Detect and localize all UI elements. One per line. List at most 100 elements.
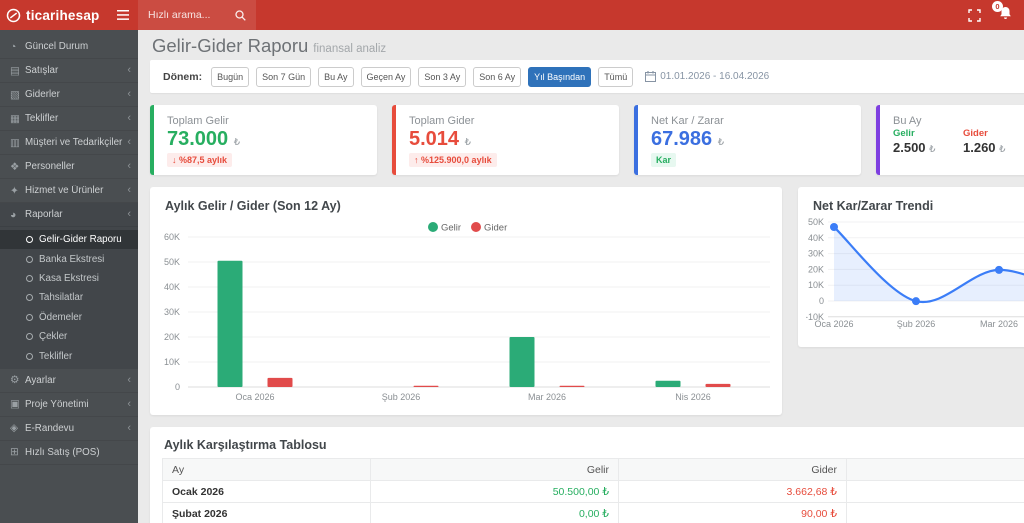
page-title: Gelir-Gider Raporu bbox=[152, 35, 309, 56]
filter-button-son-6-ay[interactable]: Son 6 Ay bbox=[473, 66, 522, 87]
svg-text:Gider: Gider bbox=[484, 223, 507, 234]
chevron-left-icon: ‹ bbox=[127, 136, 131, 148]
stat-card-toplam-gider: Toplam Gider 5.014 ₺ ↑ %125.900,0 aylık bbox=[392, 105, 619, 175]
sidebar-item-raporlar[interactable]: ◕ Raporlar ‹ bbox=[0, 203, 138, 227]
svg-text:Gelir: Gelir bbox=[441, 223, 461, 234]
sidebar-item-giderler[interactable]: ▧ Giderler ‹ bbox=[0, 83, 138, 107]
svg-text:Şub 2026: Şub 2026 bbox=[897, 319, 936, 329]
bu-ay-gelir: Gelir 2.500 ₺ bbox=[893, 128, 936, 155]
svg-text:10K: 10K bbox=[164, 357, 180, 367]
comparison-table-card: Aylık Karşılaştırma Tablosu Ay Gelir Gid… bbox=[150, 427, 1024, 523]
circle-icon bbox=[26, 294, 33, 302]
chevron-left-icon: ‹ bbox=[127, 397, 131, 410]
search-input[interactable]: Hızlı arama... bbox=[138, 0, 256, 30]
fullscreen-icon[interactable] bbox=[968, 8, 981, 22]
svg-text:50K: 50K bbox=[164, 257, 180, 267]
chevron-left-icon: ‹ bbox=[127, 421, 131, 434]
toplam-gider-badge: ↑ %125.900,0 aylık bbox=[409, 153, 497, 167]
sidebar-item-personeller[interactable]: ❖ Personeller ‹ bbox=[0, 155, 138, 179]
chevron-left-icon: ‹ bbox=[127, 160, 131, 172]
svg-text:20K: 20K bbox=[808, 264, 824, 274]
chevron-left-icon: ‹ bbox=[127, 88, 131, 100]
sidebar-subitem-odemeler[interactable]: Ödemeler bbox=[0, 308, 138, 327]
table-header-row: Ay Gelir Gider bbox=[162, 458, 1024, 481]
top-bar: ticarihesap Hızlı arama... 0 bbox=[0, 0, 1024, 30]
stat-card-bu-ay: Bu Ay Gelir 2.500 ₺ Gider 1.260 ₺ bbox=[876, 105, 1024, 175]
svg-text:0: 0 bbox=[175, 382, 180, 392]
search-icon[interactable] bbox=[235, 9, 246, 21]
raporlar-submenu: Gelir-Gider Raporu Banka Ekstresi Kasa E… bbox=[0, 227, 138, 369]
sidebar-item-hizmet-urunler[interactable]: ✦ Hizmet ve Ürünler ‹ bbox=[0, 179, 138, 203]
svg-text:60K: 60K bbox=[164, 232, 180, 242]
date-range[interactable]: 01.01.2026 - 16.04.2026 bbox=[645, 71, 769, 82]
period-label: Dönem: bbox=[163, 70, 203, 83]
sidebar-subitem-teklifler[interactable]: Teklifler bbox=[0, 346, 138, 365]
main-content: Gelir-Gider Raporu finansal analiz Dönem:… bbox=[138, 30, 1024, 523]
sidebar-item-hizli-satis-pos[interactable]: ⊞ Hızlı Satış (POS) bbox=[0, 441, 138, 465]
page-subtitle: finansal analiz bbox=[313, 43, 387, 55]
filter-button-son-3-ay[interactable]: Son 3 Ay bbox=[418, 66, 467, 87]
filter-button-yil-basindan[interactable]: Yıl Başından bbox=[528, 66, 592, 87]
col-gelir: Gelir bbox=[370, 458, 619, 481]
projects-icon: ▣ bbox=[10, 398, 20, 411]
brand-name: ticarihesap bbox=[26, 7, 100, 23]
filter-button-bugun[interactable]: Bugün bbox=[211, 66, 250, 87]
table-title: Aylık Karşılaştırma Tablosu bbox=[164, 438, 327, 452]
bu-ay-gider: Gider 1.260 ₺ bbox=[963, 128, 1006, 155]
circle-icon bbox=[26, 352, 33, 360]
sidebar-item-teklifler[interactable]: ▦ Teklifler ‹ bbox=[0, 107, 138, 131]
search-placeholder: Hızlı arama... bbox=[148, 9, 211, 21]
svg-text:30K: 30K bbox=[164, 307, 180, 317]
svg-text:Mar 2026: Mar 2026 bbox=[528, 392, 566, 402]
circle-icon bbox=[26, 255, 33, 263]
chevron-left-icon: ‹ bbox=[127, 64, 131, 76]
calendar-icon bbox=[645, 71, 657, 82]
circle-icon bbox=[26, 333, 33, 341]
chevron-left-icon: ‹ bbox=[127, 208, 131, 220]
filter-button-son-7-gun[interactable]: Son 7 Gün bbox=[256, 66, 312, 87]
svg-text:30K: 30K bbox=[808, 249, 824, 259]
sidebar-subitem-kasa-ekstresi[interactable]: Kasa Ekstresi bbox=[0, 269, 138, 288]
pos-icon: ⊞ bbox=[10, 446, 19, 459]
filter-button-tumu[interactable]: Tümü bbox=[598, 66, 634, 87]
brand-logo-icon bbox=[6, 8, 21, 22]
sidebar-item-e-randevu[interactable]: ◈ E-Randevu ‹ bbox=[0, 417, 138, 441]
menu-toggle-icon[interactable] bbox=[117, 10, 129, 20]
stat-card-toplam-gelir: Toplam Gelir 73.000 ₺ ↓ %87,5 aylık bbox=[150, 105, 377, 175]
sidebar-subitem-tahsilatlar[interactable]: Tahsilatlar bbox=[0, 288, 138, 307]
stat-card-net-kar-zarar: Net Kar / Zarar 67.986 ₺ Kar bbox=[634, 105, 861, 175]
comparison-table: Ay Gelir Gider Ocak 2026 50.500,00 ₺ 3.6… bbox=[162, 458, 1024, 523]
circle-icon bbox=[26, 236, 33, 244]
kar-badge: Kar bbox=[651, 153, 677, 167]
chevron-left-icon: ‹ bbox=[127, 373, 131, 386]
toplam-gider-value: 5.014 ₺ bbox=[409, 128, 471, 150]
toplam-gelir-badge: ↓ %87,5 aylık bbox=[167, 153, 233, 167]
sidebar-item-guncel-durum[interactable]: ◔ Güncel Durum bbox=[0, 35, 138, 59]
svg-text:Oca 2026: Oca 2026 bbox=[814, 319, 853, 329]
circle-icon bbox=[26, 313, 33, 321]
bar-chart-card: Aylık Gelir / Gider (Son 12 Ay) Gelir Gid… bbox=[150, 187, 782, 415]
expenses-icon: ▧ bbox=[10, 88, 20, 101]
svg-text:20K: 20K bbox=[164, 332, 180, 342]
line-chart-card: Net Kar/Zarar Trendi -10K 0 10K 20K 30K 40K 50… bbox=[798, 187, 1024, 347]
sidebar-item-musteri-tedarikciler[interactable]: ▥ Müşteri ve Tedarikçiler ‹ bbox=[0, 131, 138, 155]
sidebar-subitem-banka-ekstresi[interactable]: Banka Ekstresi bbox=[0, 249, 138, 268]
products-icon: ✦ bbox=[10, 184, 19, 197]
notifications-button[interactable]: 0 bbox=[992, 0, 1012, 25]
sidebar-subitem-gelir-gider-raporu[interactable]: Gelir-Gider Raporu bbox=[0, 230, 138, 250]
sidebar-item-proje-yonetimi[interactable]: ▣ Proje Yönetimi ‹ bbox=[0, 393, 138, 417]
svg-text:Mar 2026: Mar 2026 bbox=[980, 319, 1018, 329]
notification-count-badge: 0 bbox=[992, 0, 1003, 12]
brand[interactable]: ticarihesap bbox=[0, 0, 138, 30]
toplam-gelir-value: 73.000 ₺ bbox=[167, 128, 241, 150]
settings-icon: ⚙ bbox=[10, 374, 20, 387]
line-chart-title: Net Kar/Zarar Trendi bbox=[813, 199, 934, 213]
sidebar-item-satislar[interactable]: ▤ Satışlar ‹ bbox=[0, 59, 138, 83]
net-kar-zarar-value: 67.986 ₺ bbox=[651, 128, 725, 150]
filter-button-gecen-ay[interactable]: Geçen Ay bbox=[360, 66, 412, 87]
period-filter-bar: Dönem: Bugün Son 7 Gün Bu Ay Geçen Ay So… bbox=[150, 60, 1024, 93]
filter-button-bu-ay[interactable]: Bu Ay bbox=[318, 66, 354, 87]
sidebar-subitem-cekler[interactable]: Çekler bbox=[0, 327, 138, 346]
col-ay: Ay bbox=[162, 458, 371, 481]
sidebar-item-ayarlar[interactable]: ⚙ Ayarlar ‹ bbox=[0, 369, 138, 393]
